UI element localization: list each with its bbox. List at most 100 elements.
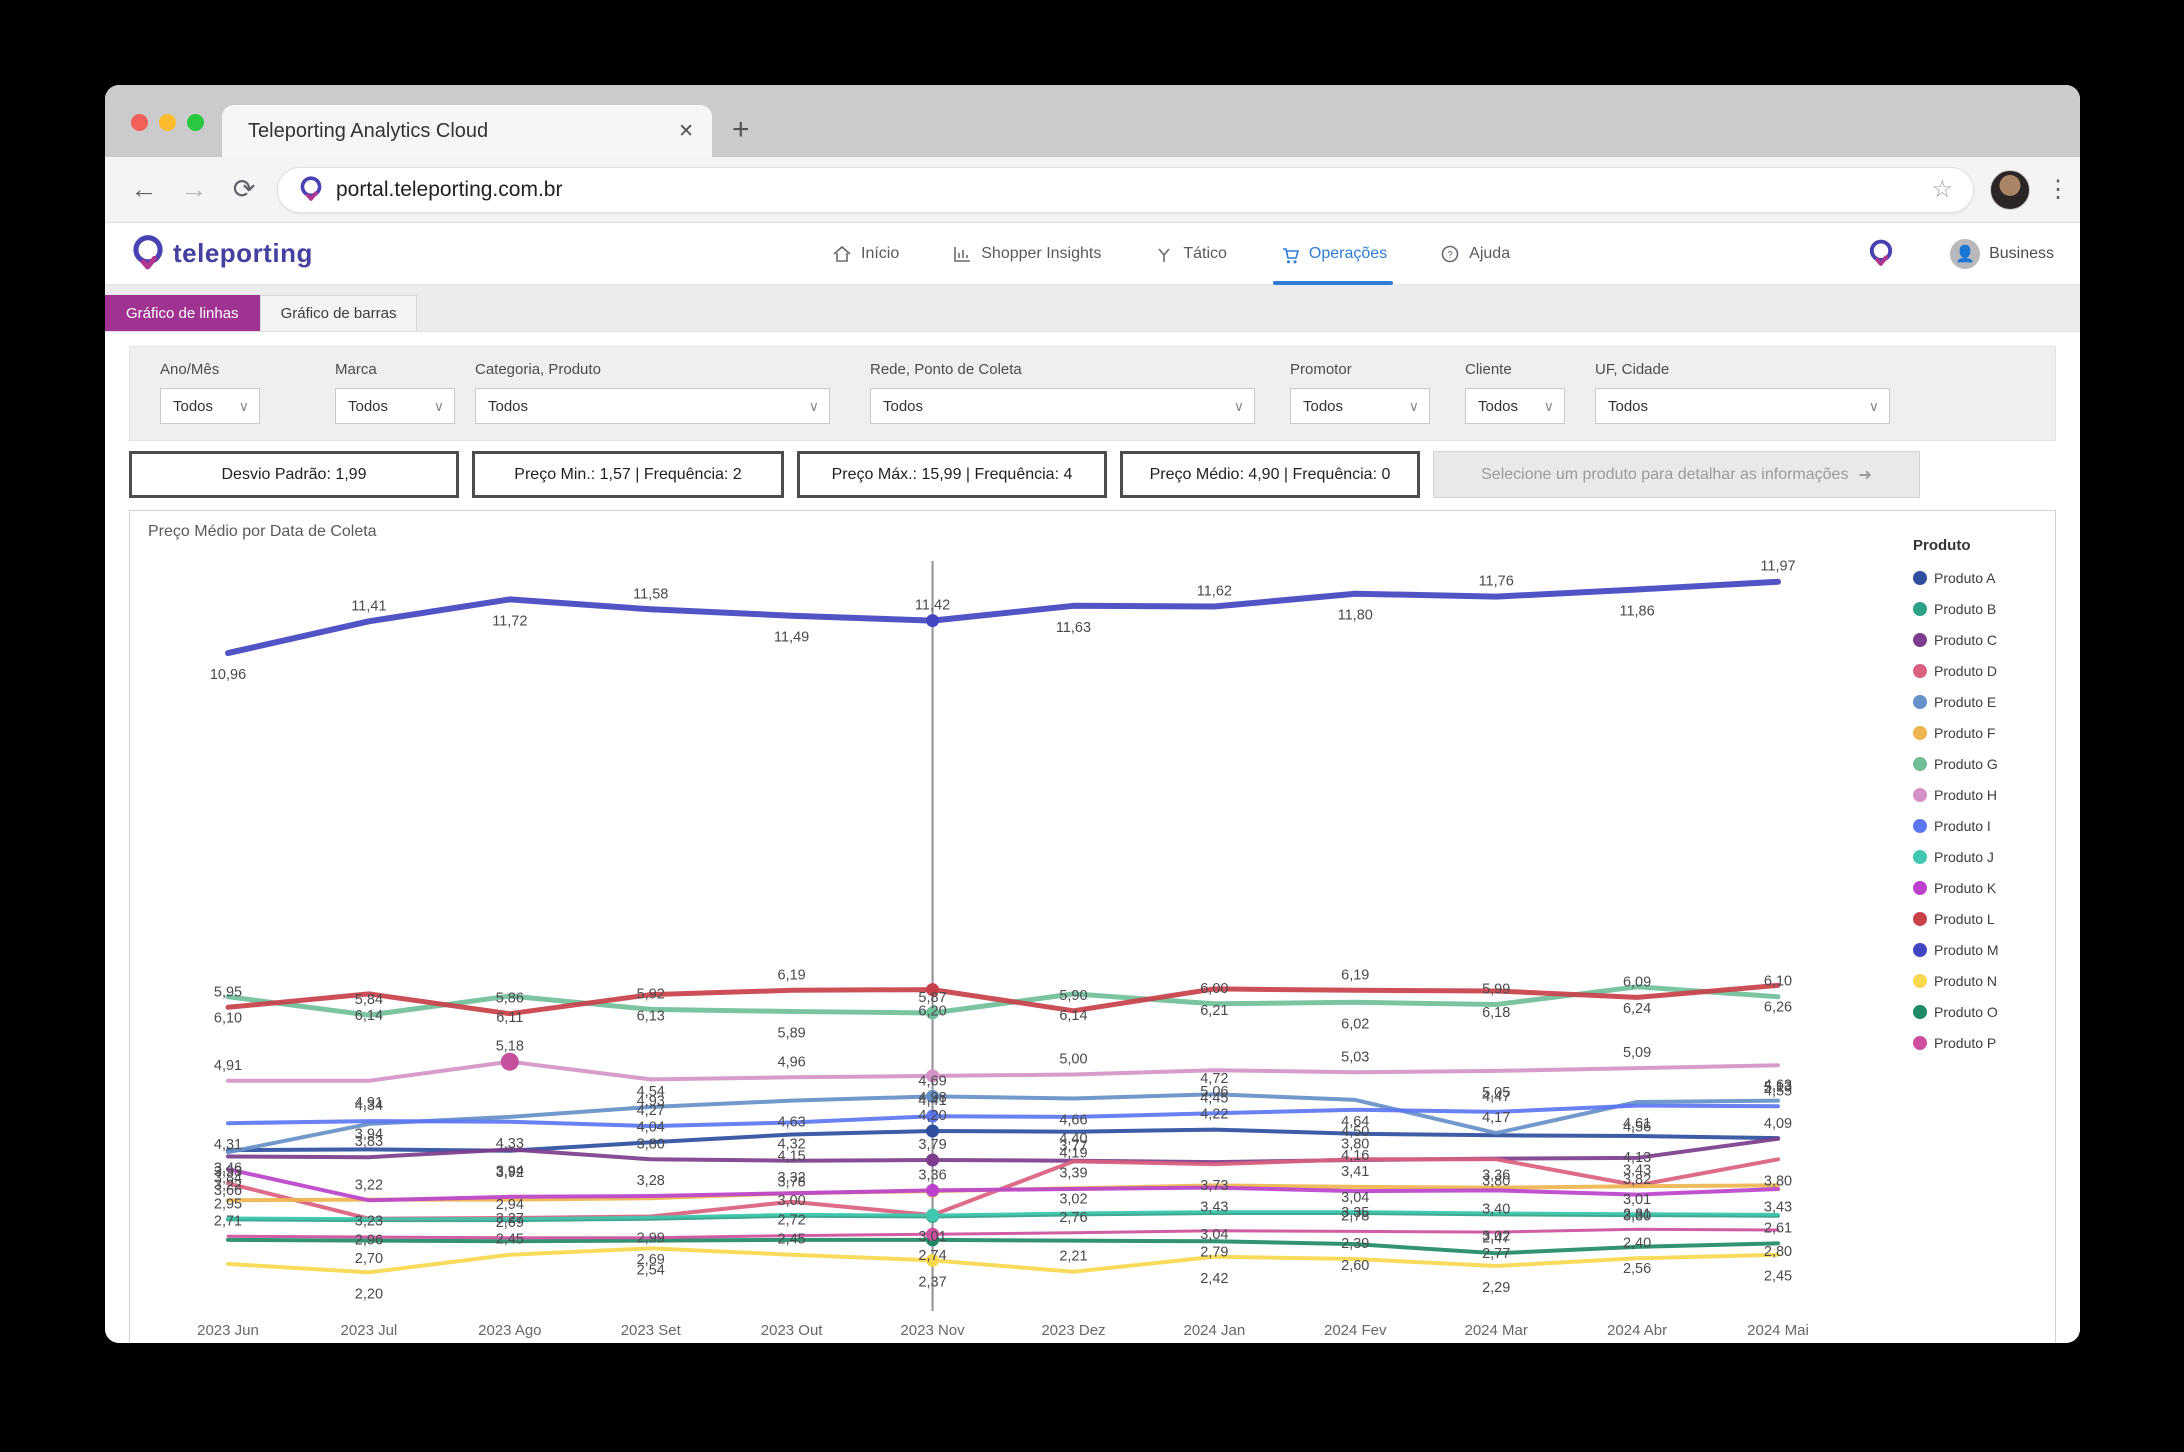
legend-item-produto-k[interactable]: Produto K (1913, 872, 2041, 903)
page-content: Ano/MêsTodos∨MarcaTodos∨Categoria, Produ… (105, 332, 2080, 1343)
address-bar[interactable]: portal.teleporting.com.br ☆ (277, 167, 1974, 213)
line-produto-a[interactable] (228, 1130, 1778, 1151)
chevron-down-icon: ∨ (1234, 398, 1244, 415)
legend-item-produto-n[interactable]: Produto N (1913, 965, 2041, 996)
data-label: 6,13 (637, 1009, 665, 1025)
legend-item-produto-i[interactable]: Produto I (1913, 810, 2041, 841)
filter-select[interactable]: Todos∨ (1465, 388, 1565, 424)
nav-item-início[interactable]: Início (831, 223, 899, 285)
filter-value: Todos (1478, 398, 1518, 415)
browser-menu-icon[interactable]: ⋮ (2046, 185, 2058, 194)
minimize-window-icon[interactable] (159, 114, 176, 131)
reload-icon[interactable]: ⟳ (227, 174, 261, 205)
data-label: 2,45 (496, 1232, 524, 1248)
nav-item-operações[interactable]: Operações (1279, 223, 1387, 285)
maximize-window-icon[interactable] (187, 114, 204, 131)
filter-value: Todos (488, 398, 528, 415)
filter-select[interactable]: Todos∨ (160, 388, 260, 424)
stat-box-5[interactable]: Selecione um produto para detalhar as in… (1433, 451, 1920, 498)
browser-tab[interactable]: Teleporting Analytics Cloud ✕ (222, 105, 712, 157)
line-produto-p[interactable] (228, 1229, 1778, 1238)
legend-item-produto-h[interactable]: Produto H (1913, 779, 2041, 810)
x-axis-label: 2024 Mai (1747, 1322, 1809, 1339)
line-chart[interactable]: 3,933,943,924,044,154,204,194,224,164,13… (148, 541, 1893, 1341)
forward-icon[interactable]: → (177, 174, 211, 205)
legend-item-produto-a[interactable]: Produto A (1913, 562, 2041, 593)
filter-select[interactable]: Todos∨ (475, 388, 830, 424)
nav-item-tático[interactable]: Tático (1153, 223, 1227, 285)
data-label: 2,71 (214, 1213, 242, 1229)
filter-select[interactable]: Todos∨ (1290, 388, 1430, 424)
data-label: 5,86 (496, 991, 524, 1007)
data-label: 6,18 (1482, 1005, 1510, 1021)
legend-item-produto-p[interactable]: Produto P (1913, 1027, 2041, 1058)
data-label: 11,97 (1760, 559, 1795, 575)
nav-item-shopper-insights[interactable]: Shopper Insights (951, 223, 1101, 285)
back-icon[interactable]: ← (127, 174, 161, 205)
legend-item-produto-c[interactable]: Produto C (1913, 624, 2041, 655)
crosshair-point (926, 614, 939, 627)
legend-item-produto-g[interactable]: Produto G (1913, 748, 2041, 779)
x-axis-label: 2024 Abr (1607, 1322, 1667, 1339)
legend-label: Produto L (1934, 911, 1995, 927)
legend-item-produto-l[interactable]: Produto L (1913, 903, 2041, 934)
brand-wordmark: teleporting (173, 238, 313, 269)
line-produto-o[interactable] (228, 1240, 1778, 1253)
filter-promotor: PromotorTodos∨ (1290, 361, 1430, 424)
filter-label: Cliente (1465, 361, 1565, 378)
legend-item-produto-b[interactable]: Produto B (1913, 593, 2041, 624)
view-tab-gráfico-de-linhas[interactable]: Gráfico de linhas (105, 295, 260, 331)
data-label: 3,39 (1059, 1165, 1087, 1181)
data-label: 5,03 (1341, 1049, 1369, 1065)
data-label: 2,77 (1482, 1246, 1510, 1262)
legend-item-produto-j[interactable]: Produto J (1913, 841, 2041, 872)
legend-item-produto-m[interactable]: Produto M (1913, 934, 2041, 965)
legend-item-produto-e[interactable]: Produto E (1913, 686, 2041, 717)
data-label: 2,69 (496, 1215, 524, 1231)
browser-profile-avatar[interactable] (1990, 170, 2030, 210)
tab-close-icon[interactable]: ✕ (678, 120, 694, 143)
legend-item-produto-d[interactable]: Produto D (1913, 655, 2041, 686)
legend-label: Produto J (1934, 849, 1994, 865)
nav-item-ajuda[interactable]: ?Ajuda (1439, 223, 1510, 285)
legend-label: Produto N (1934, 973, 1997, 989)
legend-dot-icon (1913, 912, 1927, 926)
filter-value: Todos (1303, 398, 1343, 415)
url-text[interactable]: portal.teleporting.com.br (336, 178, 562, 202)
line-produto-h[interactable] (228, 1062, 1778, 1081)
filter-value: Todos (173, 398, 213, 415)
legend-label: Produto F (1934, 725, 1995, 741)
line-produto-k[interactable] (228, 1169, 1778, 1200)
filter-select[interactable]: Todos∨ (870, 388, 1255, 424)
filter-select[interactable]: Todos∨ (1595, 388, 1890, 424)
window-controls[interactable] (105, 114, 222, 157)
stat-box-2: Preço Min.: 1,57 | Frequência: 2 (472, 451, 784, 498)
legend-label: Produto I (1934, 818, 1991, 834)
main-nav: Início Shopper Insights Tático Operações ?Aj… (831, 223, 1510, 285)
teleporting-logo[interactable]: teleporting (131, 234, 461, 274)
browser-toolbar: ← → ⟳ portal.teleporting.com.br ☆ ⋮ (105, 157, 2080, 223)
new-tab-button[interactable]: + (732, 113, 750, 147)
selected-point[interactable] (501, 1053, 519, 1071)
legend-item-produto-f[interactable]: Produto F (1913, 717, 2041, 748)
data-label: 3,46 (214, 1160, 242, 1176)
user-menu[interactable]: 👤 Business (1950, 239, 2054, 269)
view-tab-gráfico-de-barras[interactable]: Gráfico de barras (260, 295, 418, 331)
data-label: 3,80 (637, 1136, 665, 1152)
data-label: 6,26 (1764, 999, 1792, 1015)
data-label: 11,63 (1056, 620, 1091, 636)
data-label: 3,02 (1059, 1191, 1087, 1207)
bookmark-star-icon[interactable]: ☆ (1931, 175, 1953, 204)
teleporting-pin-icon (131, 234, 165, 274)
line-produto-c[interactable] (228, 1139, 1778, 1162)
chart-card: Preço Médio por Data de Coleta 3,933,943… (129, 510, 2056, 1343)
data-label: 2,56 (1623, 1261, 1651, 1277)
filter-panel: Ano/MêsTodos∨MarcaTodos∨Categoria, Produ… (129, 346, 2056, 441)
legend-dot-icon (1913, 881, 1927, 895)
legend-item-produto-o[interactable]: Produto O (1913, 996, 2041, 1027)
line-produto-m[interactable] (228, 582, 1778, 653)
close-window-icon[interactable] (131, 114, 148, 131)
data-label: 2,45 (1764, 1269, 1792, 1285)
data-label: 11,41 (351, 598, 386, 614)
filter-select[interactable]: Todos∨ (335, 388, 455, 424)
